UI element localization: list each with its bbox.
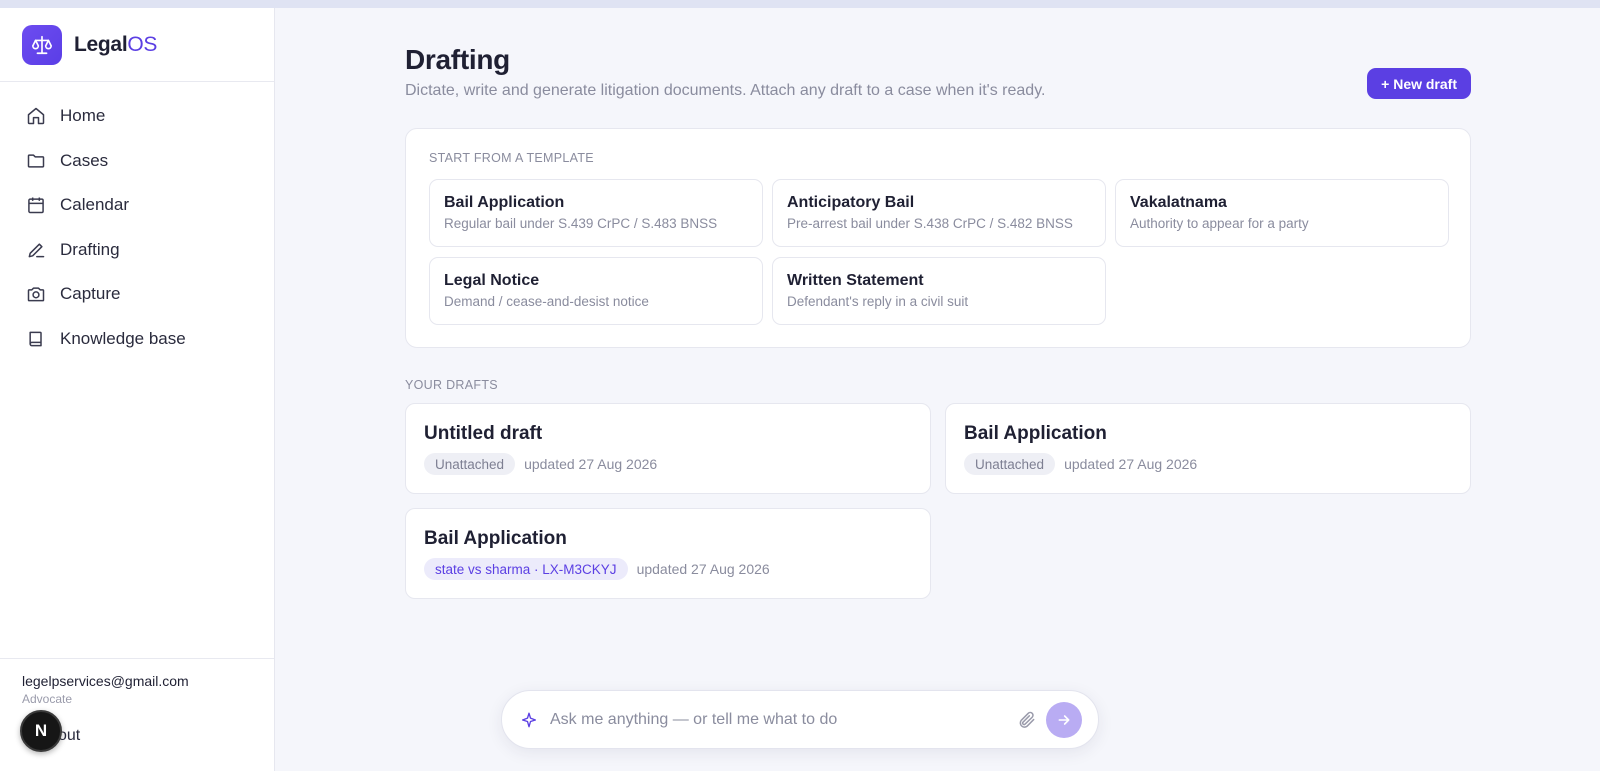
assistant-ask-bar (501, 690, 1099, 749)
scale-icon (22, 24, 62, 65)
draft-status-badge: Unattached (424, 453, 516, 475)
draft-card[interactable]: Untitled draft Unattached updated 27 Aug… (405, 403, 931, 494)
arrow-right-icon (1058, 714, 1070, 725)
template-desc: Pre-arrest bail under S.438 CrPC / S.482… (787, 216, 1073, 231)
sidebar-item-label: Capture (60, 284, 121, 304)
main-content: Drafting Dictate, write and generate lit… (405, 8, 1471, 599)
drafts-grid: Untitled draft Unattached updated 27 Aug… (405, 403, 1471, 599)
draft-meta: Unattached updated 27 Aug 2026 (964, 453, 1452, 475)
calendar-icon (28, 197, 44, 214)
brand-name: LegalOS (74, 32, 158, 56)
page-subtitle: Dictate, write and generate litigation d… (405, 82, 1046, 99)
draft-updated: updated 27 Aug 2026 (1064, 456, 1198, 472)
draft-card[interactable]: Bail Application state vs sharma · LX-M3… (405, 508, 931, 599)
template-desc: Demand / cease-and-desist notice (444, 294, 649, 309)
draft-updated: updated 27 Aug 2026 (524, 456, 658, 472)
template-desc: Authority to appear for a party (1130, 216, 1309, 231)
template-legal-notice[interactable]: Legal Notice Demand / cease-and-desist n… (429, 257, 763, 325)
paperclip-icon (1019, 711, 1035, 728)
attach-button[interactable] (1016, 709, 1038, 731)
template-title: Legal Notice (444, 272, 540, 289)
template-desc: Defendant's reply in a civil suit (787, 294, 969, 309)
sparkle-icon (521, 712, 537, 727)
draft-title: Bail Application (424, 528, 567, 549)
draft-updated: updated 27 Aug 2026 (636, 561, 770, 577)
folder-icon (27, 154, 45, 168)
templates-card: START FROM A TEMPLATE Bail Application R… (405, 128, 1471, 348)
template-title: Vakalatnama (1130, 194, 1227, 211)
template-written-statement[interactable]: Written Statement Defendant's reply in a… (772, 257, 1106, 325)
sidebar-item-home[interactable]: Home (0, 94, 274, 139)
window-top-strip (0, 0, 1600, 8)
ask-input[interactable] (550, 710, 1016, 729)
sidebar-item-label: Calendar (60, 195, 129, 215)
sidebar: LegalOS Home Cases Calendar Drafting Cap… (0, 8, 275, 771)
camera-icon (27, 287, 45, 302)
draft-card[interactable]: Bail Application Unattached updated 27 A… (945, 403, 1471, 494)
sidebar-nav: Home Cases Calendar Drafting Capture Kno… (0, 82, 274, 361)
template-anticipatory-bail[interactable]: Anticipatory Bail Pre-arrest bail under … (772, 179, 1106, 247)
sidebar-item-label: Drafting (60, 239, 120, 259)
templates-grid: Bail Application Regular bail under S.43… (429, 179, 1449, 325)
template-desc: Regular bail under S.439 CrPC / S.483 BN… (444, 216, 718, 231)
dev-tools-badge[interactable]: N (20, 710, 62, 752)
home-icon (27, 108, 45, 125)
draft-meta: Unattached updated 27 Aug 2026 (424, 453, 912, 475)
drafts-label: YOUR DRAFTS (405, 378, 498, 392)
draft-meta: state vs sharma · LX-M3CKYJ updated 27 A… (424, 558, 912, 580)
sidebar-item-cases[interactable]: Cases (0, 139, 274, 184)
template-vakalatnama[interactable]: Vakalatnama Authority to appear for a pa… (1115, 179, 1449, 247)
book-icon (29, 331, 42, 347)
sidebar-item-label: Home (60, 106, 106, 126)
page-title: Drafting (405, 44, 510, 75)
sidebar-item-label: Knowledge base (60, 328, 186, 348)
sidebar-item-label: Cases (60, 150, 109, 170)
sidebar-footer: legelpservices@gmail.com Advocate out N (0, 658, 274, 771)
draft-case-badge[interactable]: state vs sharma · LX-M3CKYJ (424, 558, 628, 580)
sidebar-item-capture[interactable]: Capture (0, 272, 274, 317)
draft-status-badge: Unattached (964, 453, 1056, 475)
templates-label: START FROM A TEMPLATE (429, 151, 594, 165)
new-draft-button[interactable]: + New draft (1367, 68, 1471, 99)
template-title: Written Statement (787, 272, 924, 289)
template-bail-application[interactable]: Bail Application Regular bail under S.43… (429, 179, 763, 247)
sidebar-item-drafting[interactable]: Drafting (0, 228, 274, 273)
user-email: legelpservices@gmail.com (22, 673, 189, 689)
signout-button[interactable]: out N (20, 710, 252, 752)
user-role: Advocate (22, 692, 73, 706)
draft-title: Bail Application (964, 423, 1107, 444)
dev-badge-letter: N (34, 721, 48, 740)
sidebar-item-calendar[interactable]: Calendar (0, 183, 274, 228)
send-button[interactable] (1046, 701, 1082, 738)
draft-title: Untitled draft (424, 423, 543, 444)
template-title: Bail Application (444, 194, 565, 211)
brand[interactable]: LegalOS (0, 8, 274, 82)
template-title: Anticipatory Bail (787, 194, 915, 211)
pen-icon (28, 243, 45, 258)
sidebar-item-knowledge-base[interactable]: Knowledge base (0, 317, 274, 362)
